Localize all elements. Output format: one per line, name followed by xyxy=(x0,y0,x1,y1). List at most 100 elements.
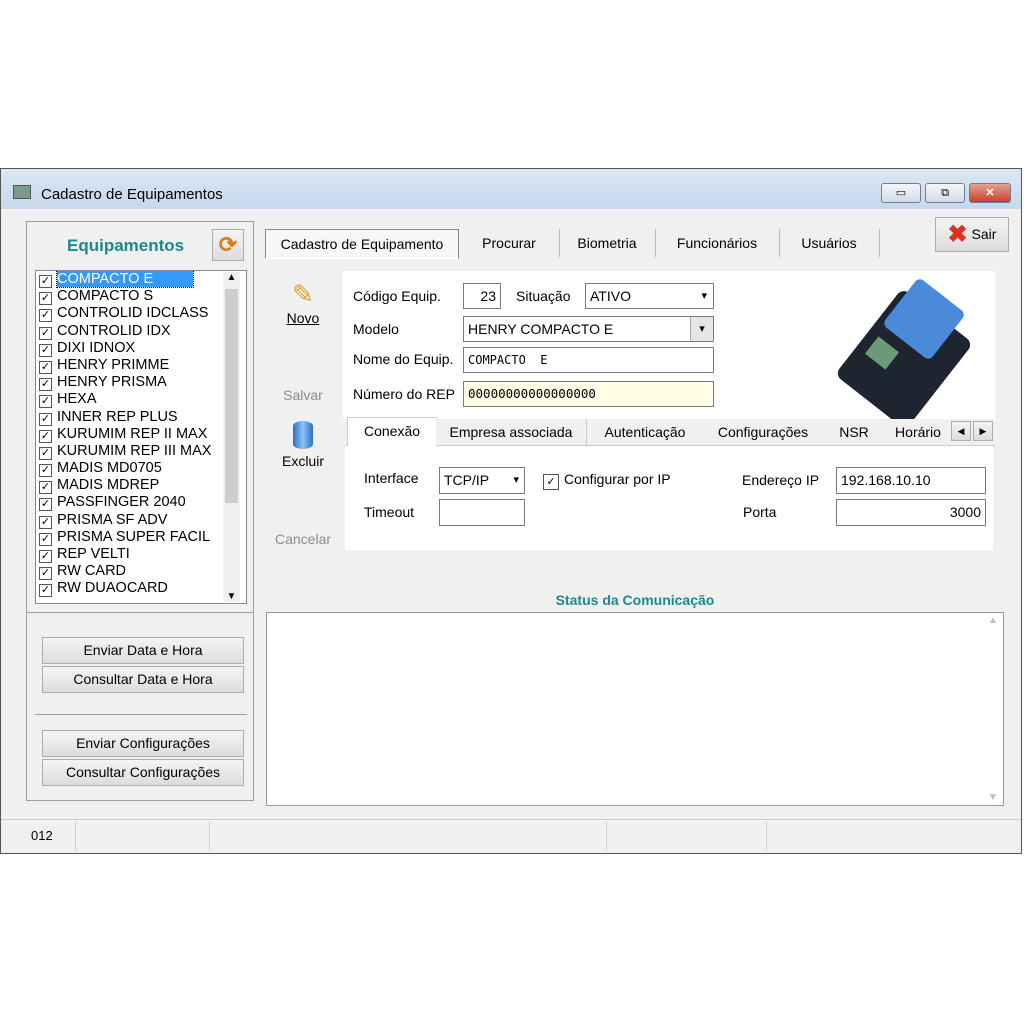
list-item[interactable]: ✓ MADIS MD0705 xyxy=(36,460,246,478)
inner-tab-autenticacao[interactable]: Autenticação xyxy=(587,419,704,445)
list-item-label: HENRY PRISMA xyxy=(57,374,167,391)
close-button[interactable]: ✕ xyxy=(969,183,1011,203)
tab-biometria[interactable]: Biometria xyxy=(559,229,656,257)
list-item[interactable]: ✓ HEXA xyxy=(36,391,246,409)
minimize-button[interactable]: ▭ xyxy=(881,183,921,203)
excluir-label: Excluir xyxy=(281,453,324,469)
inner-tab-nsr[interactable]: NSR xyxy=(823,419,886,445)
checkbox-checked-icon[interactable]: ✓ xyxy=(39,378,52,392)
list-item[interactable]: ✓ CONTROLID IDCLASS xyxy=(36,305,246,323)
checkbox-checked-icon[interactable]: ✓ xyxy=(39,412,52,426)
salvar-button[interactable]: Salvar xyxy=(271,387,335,403)
enviar-configuracoes-button[interactable]: Enviar Configurações xyxy=(42,730,244,757)
tab-procurar[interactable]: Procurar xyxy=(459,229,560,257)
inner-tab-configuracoes[interactable]: Configurações xyxy=(703,419,824,445)
checkbox-checked-icon[interactable]: ✓ xyxy=(39,515,52,529)
list-item[interactable]: ✓ HENRY PRIMME xyxy=(36,357,246,374)
modelo-select[interactable]: HENRY COMPACTO E ▾ xyxy=(463,316,714,342)
list-item[interactable]: ✓ PRISMA SUPER FACIL xyxy=(36,529,246,546)
scroll-thumb[interactable] xyxy=(225,289,238,503)
scroll-down-icon[interactable]: ▼ xyxy=(223,591,240,602)
novo-button[interactable]: ✎ Novo xyxy=(271,279,335,326)
scroll-down-icon[interactable]: ▼ xyxy=(985,792,1001,803)
enviar-data-hora-button[interactable]: Enviar Data e Hora xyxy=(42,637,244,664)
list-item[interactable]: ✓ REP VELTI xyxy=(36,546,246,563)
list-item[interactable]: ✓ PASSFINGER 2040 xyxy=(36,494,246,512)
list-item[interactable]: ✓ CONTROLID IDX xyxy=(36,323,246,340)
main-window: Cadastro de Equipamentos ▭ ⧉ ✕ Equipamen… xyxy=(0,168,1022,854)
timeout-field[interactable] xyxy=(439,499,525,526)
interface-select[interactable]: TCP/IP ▾ xyxy=(439,467,525,494)
list-item[interactable]: ✓ COMPACTO S xyxy=(36,288,246,306)
inner-tab-conexao[interactable]: Conexão xyxy=(347,417,437,448)
inner-tab-empresa[interactable]: Empresa associada xyxy=(436,419,587,445)
rep-field[interactable]: 00000000000000000 xyxy=(463,381,714,407)
list-scrollbar[interactable]: ▲ ▼ xyxy=(223,272,240,602)
timeout-label: Timeout xyxy=(364,504,415,520)
list-item-label: PRISMA SF ADV xyxy=(57,511,168,528)
tab-scroll-left-icon[interactable]: ◀ xyxy=(951,421,971,441)
tab-funcionarios[interactable]: Funcionários xyxy=(655,229,780,257)
ip-field[interactable]: 192.168.10.10 xyxy=(836,467,986,494)
sair-button[interactable]: ✖ Sair xyxy=(935,217,1009,252)
list-item-label: CONTROLID IDCLASS xyxy=(57,305,209,322)
status-textarea[interactable] xyxy=(266,612,1004,806)
title-bar: Cadastro de Equipamentos ▭ ⧉ ✕ xyxy=(1,169,1021,209)
statusbar-cell xyxy=(209,821,607,851)
checkbox-checked-icon[interactable]: ✓ xyxy=(39,446,52,460)
cancelar-button[interactable]: Cancelar xyxy=(271,531,335,547)
checkbox-checked-icon[interactable]: ✓ xyxy=(39,550,52,563)
checkbox-checked-icon[interactable]: ✓ xyxy=(39,481,52,495)
list-item[interactable]: ✓ DIXI IDNOX xyxy=(36,340,246,357)
checkbox-checked-icon[interactable]: ✓ xyxy=(39,498,52,512)
checkbox-checked-icon[interactable]: ✓ xyxy=(39,343,52,357)
excluir-button[interactable]: Excluir xyxy=(271,421,335,469)
consultar-configuracoes-button[interactable]: Consultar Configurações xyxy=(42,759,244,786)
chevron-down-icon: ▾ xyxy=(513,474,519,486)
list-item[interactable]: ✓ COMPACTO E xyxy=(36,271,246,288)
list-item[interactable]: ✓ MADIS MDREP xyxy=(36,477,246,495)
nome-field[interactable]: COMPACTO E xyxy=(463,347,714,373)
checkbox-checked-icon[interactable]: ✓ xyxy=(39,309,52,323)
checkbox-checked-icon[interactable]: ✓ xyxy=(39,360,52,374)
consultar-data-hora-button[interactable]: Consultar Data e Hora xyxy=(42,666,244,693)
checkbox-checked-icon[interactable]: ✓ xyxy=(39,292,52,306)
chevron-down-icon: ▾ xyxy=(701,290,707,302)
configurar-checkbox[interactable]: ✓ Configurar por IP xyxy=(543,471,671,490)
list-item-label: HENRY PRIMME xyxy=(57,356,170,373)
checkbox-checked-icon[interactable]: ✓ xyxy=(39,429,52,443)
list-item[interactable]: ✓ KURUMIM REP II MAX xyxy=(36,426,246,443)
status-scrollbar[interactable]: ▲ ▼ xyxy=(985,615,1001,803)
codigo-field[interactable]: 23 xyxy=(463,283,501,309)
checkbox-checked-icon[interactable]: ✓ xyxy=(39,464,52,478)
database-icon xyxy=(293,421,313,449)
list-item[interactable]: ✓ RW CARD xyxy=(36,563,246,581)
equipment-list[interactable]: ✓ COMPACTO E ✓ COMPACTO S ✓ CONTROLID IDCLASS… xyxy=(35,270,247,604)
codigo-label: Código Equip. xyxy=(353,288,441,304)
list-item-label: REP VELTI xyxy=(57,546,130,562)
porta-field[interactable]: 3000 xyxy=(836,499,986,526)
app-icon xyxy=(13,185,31,199)
refresh-button[interactable]: ⟳ xyxy=(212,229,244,261)
checkbox-checked-icon[interactable]: ✓ xyxy=(39,395,52,409)
scroll-up-icon[interactable]: ▲ xyxy=(223,272,240,289)
maximize-button[interactable]: ⧉ xyxy=(925,183,965,203)
situacao-select[interactable]: ATIVO ▾ xyxy=(585,283,714,309)
checkbox-checked-icon[interactable]: ✓ xyxy=(39,584,52,598)
inner-tab-horario[interactable]: Horário xyxy=(885,419,951,445)
scroll-up-icon[interactable]: ▲ xyxy=(985,615,1001,626)
list-item[interactable]: ✓ HENRY PRISMA xyxy=(36,374,246,392)
checkbox-checked-icon[interactable]: ✓ xyxy=(39,567,52,581)
list-item[interactable]: ✓ INNER REP PLUS xyxy=(36,409,246,426)
tab-cadastro[interactable]: Cadastro de Equipamento xyxy=(265,229,459,259)
checkbox-checked-icon[interactable]: ✓ xyxy=(39,326,52,340)
list-item-label: PRISMA SUPER FACIL xyxy=(57,528,211,545)
list-item[interactable]: ✓ KURUMIM REP III MAX xyxy=(36,443,246,460)
tab-usuarios[interactable]: Usuários xyxy=(779,229,880,257)
checkbox-checked-icon[interactable]: ✓ xyxy=(39,275,52,288)
rep-label: Número do REP xyxy=(353,386,455,402)
list-item[interactable]: ✓ RW DUAOCARD xyxy=(36,580,246,598)
checkbox-checked-icon[interactable]: ✓ xyxy=(39,532,52,546)
tab-scroll-right-icon[interactable]: ▶ xyxy=(973,421,993,441)
list-item[interactable]: ✓ PRISMA SF ADV xyxy=(36,512,246,529)
